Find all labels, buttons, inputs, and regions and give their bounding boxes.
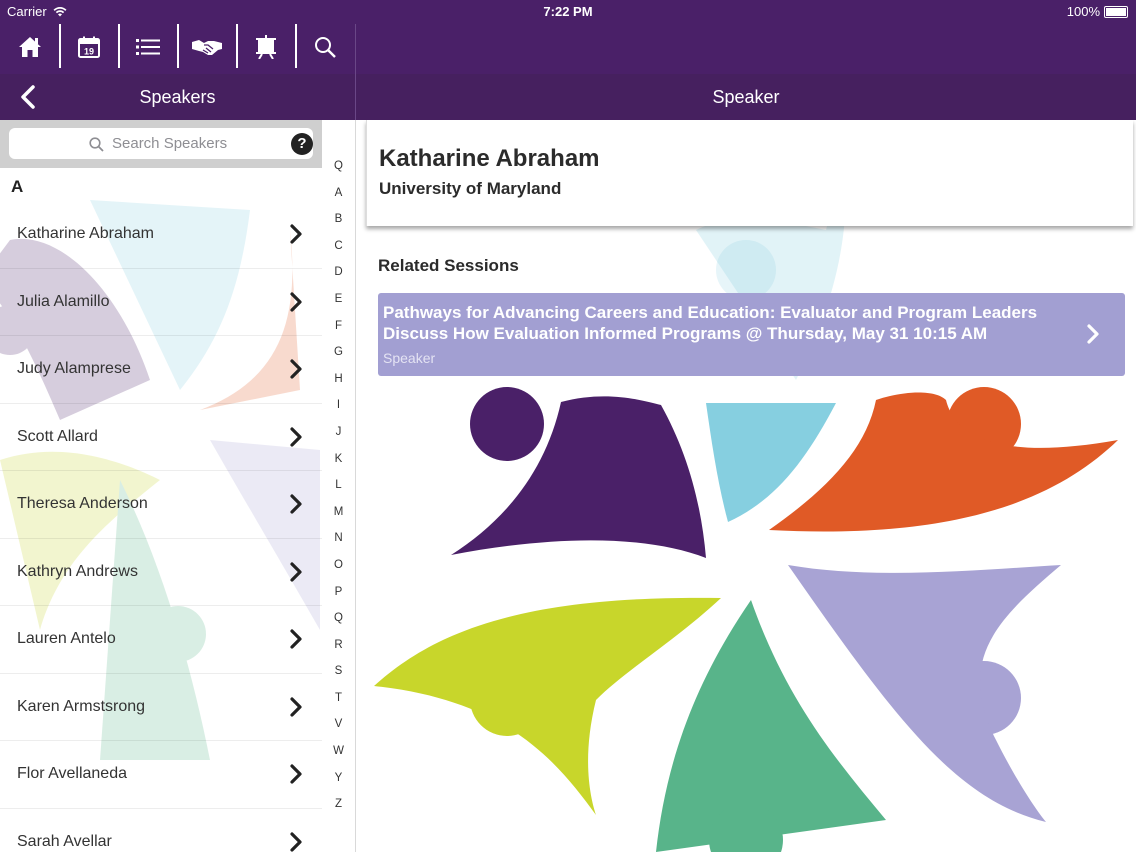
list-item[interactable]: Judy Alamprese [0, 336, 322, 404]
index-letter[interactable]: F [323, 320, 354, 347]
session-title: Pathways for Advancing Careers and Educa… [383, 303, 1038, 343]
index-letter[interactable]: R [323, 639, 354, 666]
speaker-name: Julia Alamillo [17, 292, 110, 310]
search-placeholder: Search Speakers [112, 135, 228, 152]
related-session-item[interactable]: Pathways for Advancing Careers and Educa… [378, 293, 1125, 376]
search-bar: Search Speakers ? [0, 120, 322, 168]
speaker-name: Katharine Abraham [17, 225, 154, 242]
list-item[interactable]: Karen Armstsrong [0, 674, 322, 741]
index-letter[interactable]: Z [323, 798, 354, 825]
calendar-icon: 19 [77, 36, 100, 58]
index-letter[interactable]: Q [323, 612, 354, 639]
list-item[interactable]: Kathryn Andrews [0, 539, 322, 606]
speaker-name: Flor Avellaneda [17, 765, 127, 782]
related-sessions-heading: Related Sessions [378, 256, 519, 275]
index-letter[interactable]: M [323, 506, 354, 533]
list-item[interactable]: Sarah Avellar [0, 809, 322, 852]
list-item[interactable]: Theresa Anderson [0, 471, 322, 539]
index-letter[interactable]: G [323, 346, 354, 373]
handshake-icon [191, 40, 222, 55]
clock: 7:22 PM [543, 4, 593, 19]
chevron-right-icon [290, 561, 302, 582]
index-letter[interactable]: O [323, 559, 354, 586]
list-item[interactable]: Katharine Abraham [0, 201, 322, 269]
list-icon [135, 39, 160, 55]
index-letter[interactable]: T [323, 692, 354, 719]
index-letter[interactable]: L [323, 479, 354, 506]
index-letter[interactable]: Y [323, 772, 354, 799]
speaker-name: Judy Alamprese [17, 360, 131, 377]
index-letter[interactable]: K [323, 453, 354, 480]
index-letter[interactable]: J [323, 426, 354, 453]
index-letter[interactable]: Q [323, 160, 354, 187]
speakers-title: Speakers [139, 87, 216, 107]
list-item[interactable]: Julia Alamillo [0, 269, 322, 336]
speaker-full-name: Katharine Abraham [379, 145, 600, 172]
search-icon [314, 37, 336, 58]
list-item[interactable]: Lauren Antelo [0, 606, 322, 674]
index-letter[interactable]: I [323, 399, 354, 426]
index-letter[interactable]: H [323, 373, 354, 400]
speaker-info-card: Katharine Abraham University of Maryland [366, 120, 1133, 226]
chevron-right-icon [1087, 324, 1099, 344]
chevron-right-icon [290, 224, 302, 244]
search-button[interactable] [295, 24, 354, 70]
sponsors-button[interactable] [177, 24, 236, 70]
presentation-icon [255, 35, 276, 59]
speaker-title: Speaker [712, 87, 780, 107]
battery-icon [1104, 5, 1128, 18]
index-letter[interactable]: W [323, 745, 354, 772]
list-item[interactable]: Scott Allard [0, 404, 322, 471]
speaker-organization: University of Maryland [379, 179, 562, 198]
speaker-detail-panel: Katharine Abraham University of Maryland… [356, 120, 1136, 852]
calendar-button[interactable]: 19 [59, 24, 118, 70]
speaker-header: Speaker [356, 74, 1136, 120]
index-letter[interactable]: N [323, 532, 354, 559]
help-icon[interactable]: ? [291, 133, 313, 155]
speakers-list-panel: Search Speakers ? A Katharine Abraham Ju… [0, 120, 356, 852]
index-letter[interactable]: C [323, 240, 354, 267]
speaker-name: Scott Allard [17, 427, 98, 445]
calendar-day: 19 [83, 47, 93, 57]
magnifier-icon [89, 137, 104, 152]
speaker-name: Theresa Anderson [17, 495, 148, 512]
chevron-right-icon [290, 696, 302, 717]
index-letter[interactable]: V [323, 718, 354, 745]
chevron-right-icon [290, 494, 302, 514]
chevron-right-icon [290, 629, 302, 649]
alphabet-index[interactable]: Q A B C D E F G H I J K L M N O P Q R S … [323, 160, 354, 825]
presentations-button[interactable] [236, 24, 295, 70]
home-button[interactable] [0, 24, 59, 70]
chevron-right-icon [290, 426, 302, 447]
session-role: Speaker [383, 350, 436, 366]
chevron-right-icon [290, 831, 302, 852]
speaker-name: Karen Armstsrong [17, 697, 146, 715]
index-letter[interactable]: A [323, 187, 354, 214]
speakers-header: Speakers [0, 74, 355, 120]
speaker-name: Lauren Antelo [17, 630, 116, 647]
battery-indicator: 100% [1067, 4, 1128, 19]
home-icon [18, 37, 41, 57]
index-letter[interactable]: S [323, 665, 354, 692]
search-speakers-input[interactable]: Search Speakers ? [9, 128, 313, 159]
chevron-right-icon [290, 359, 302, 379]
agenda-list-button[interactable] [118, 24, 177, 70]
speaker-name: Kathryn Andrews [17, 562, 138, 580]
index-letter[interactable]: E [323, 293, 354, 320]
main-toolbar: 19 [0, 24, 355, 70]
chevron-right-icon [290, 291, 302, 312]
list-item[interactable]: Flor Avellaneda [0, 741, 322, 809]
index-letter[interactable]: P [323, 586, 354, 613]
battery-percent: 100% [1066, 4, 1100, 19]
speaker-name: Sarah Avellar [17, 832, 112, 850]
index-letter[interactable]: D [323, 266, 354, 293]
index-letter[interactable]: B [323, 213, 354, 240]
speakers-list: Katharine Abraham Julia Alamillo Judy Al… [0, 201, 322, 852]
section-header-letter: A [11, 177, 24, 196]
status-bar: Carrier 7:22 PM 100% [0, 0, 1136, 24]
chevron-right-icon [290, 764, 302, 784]
